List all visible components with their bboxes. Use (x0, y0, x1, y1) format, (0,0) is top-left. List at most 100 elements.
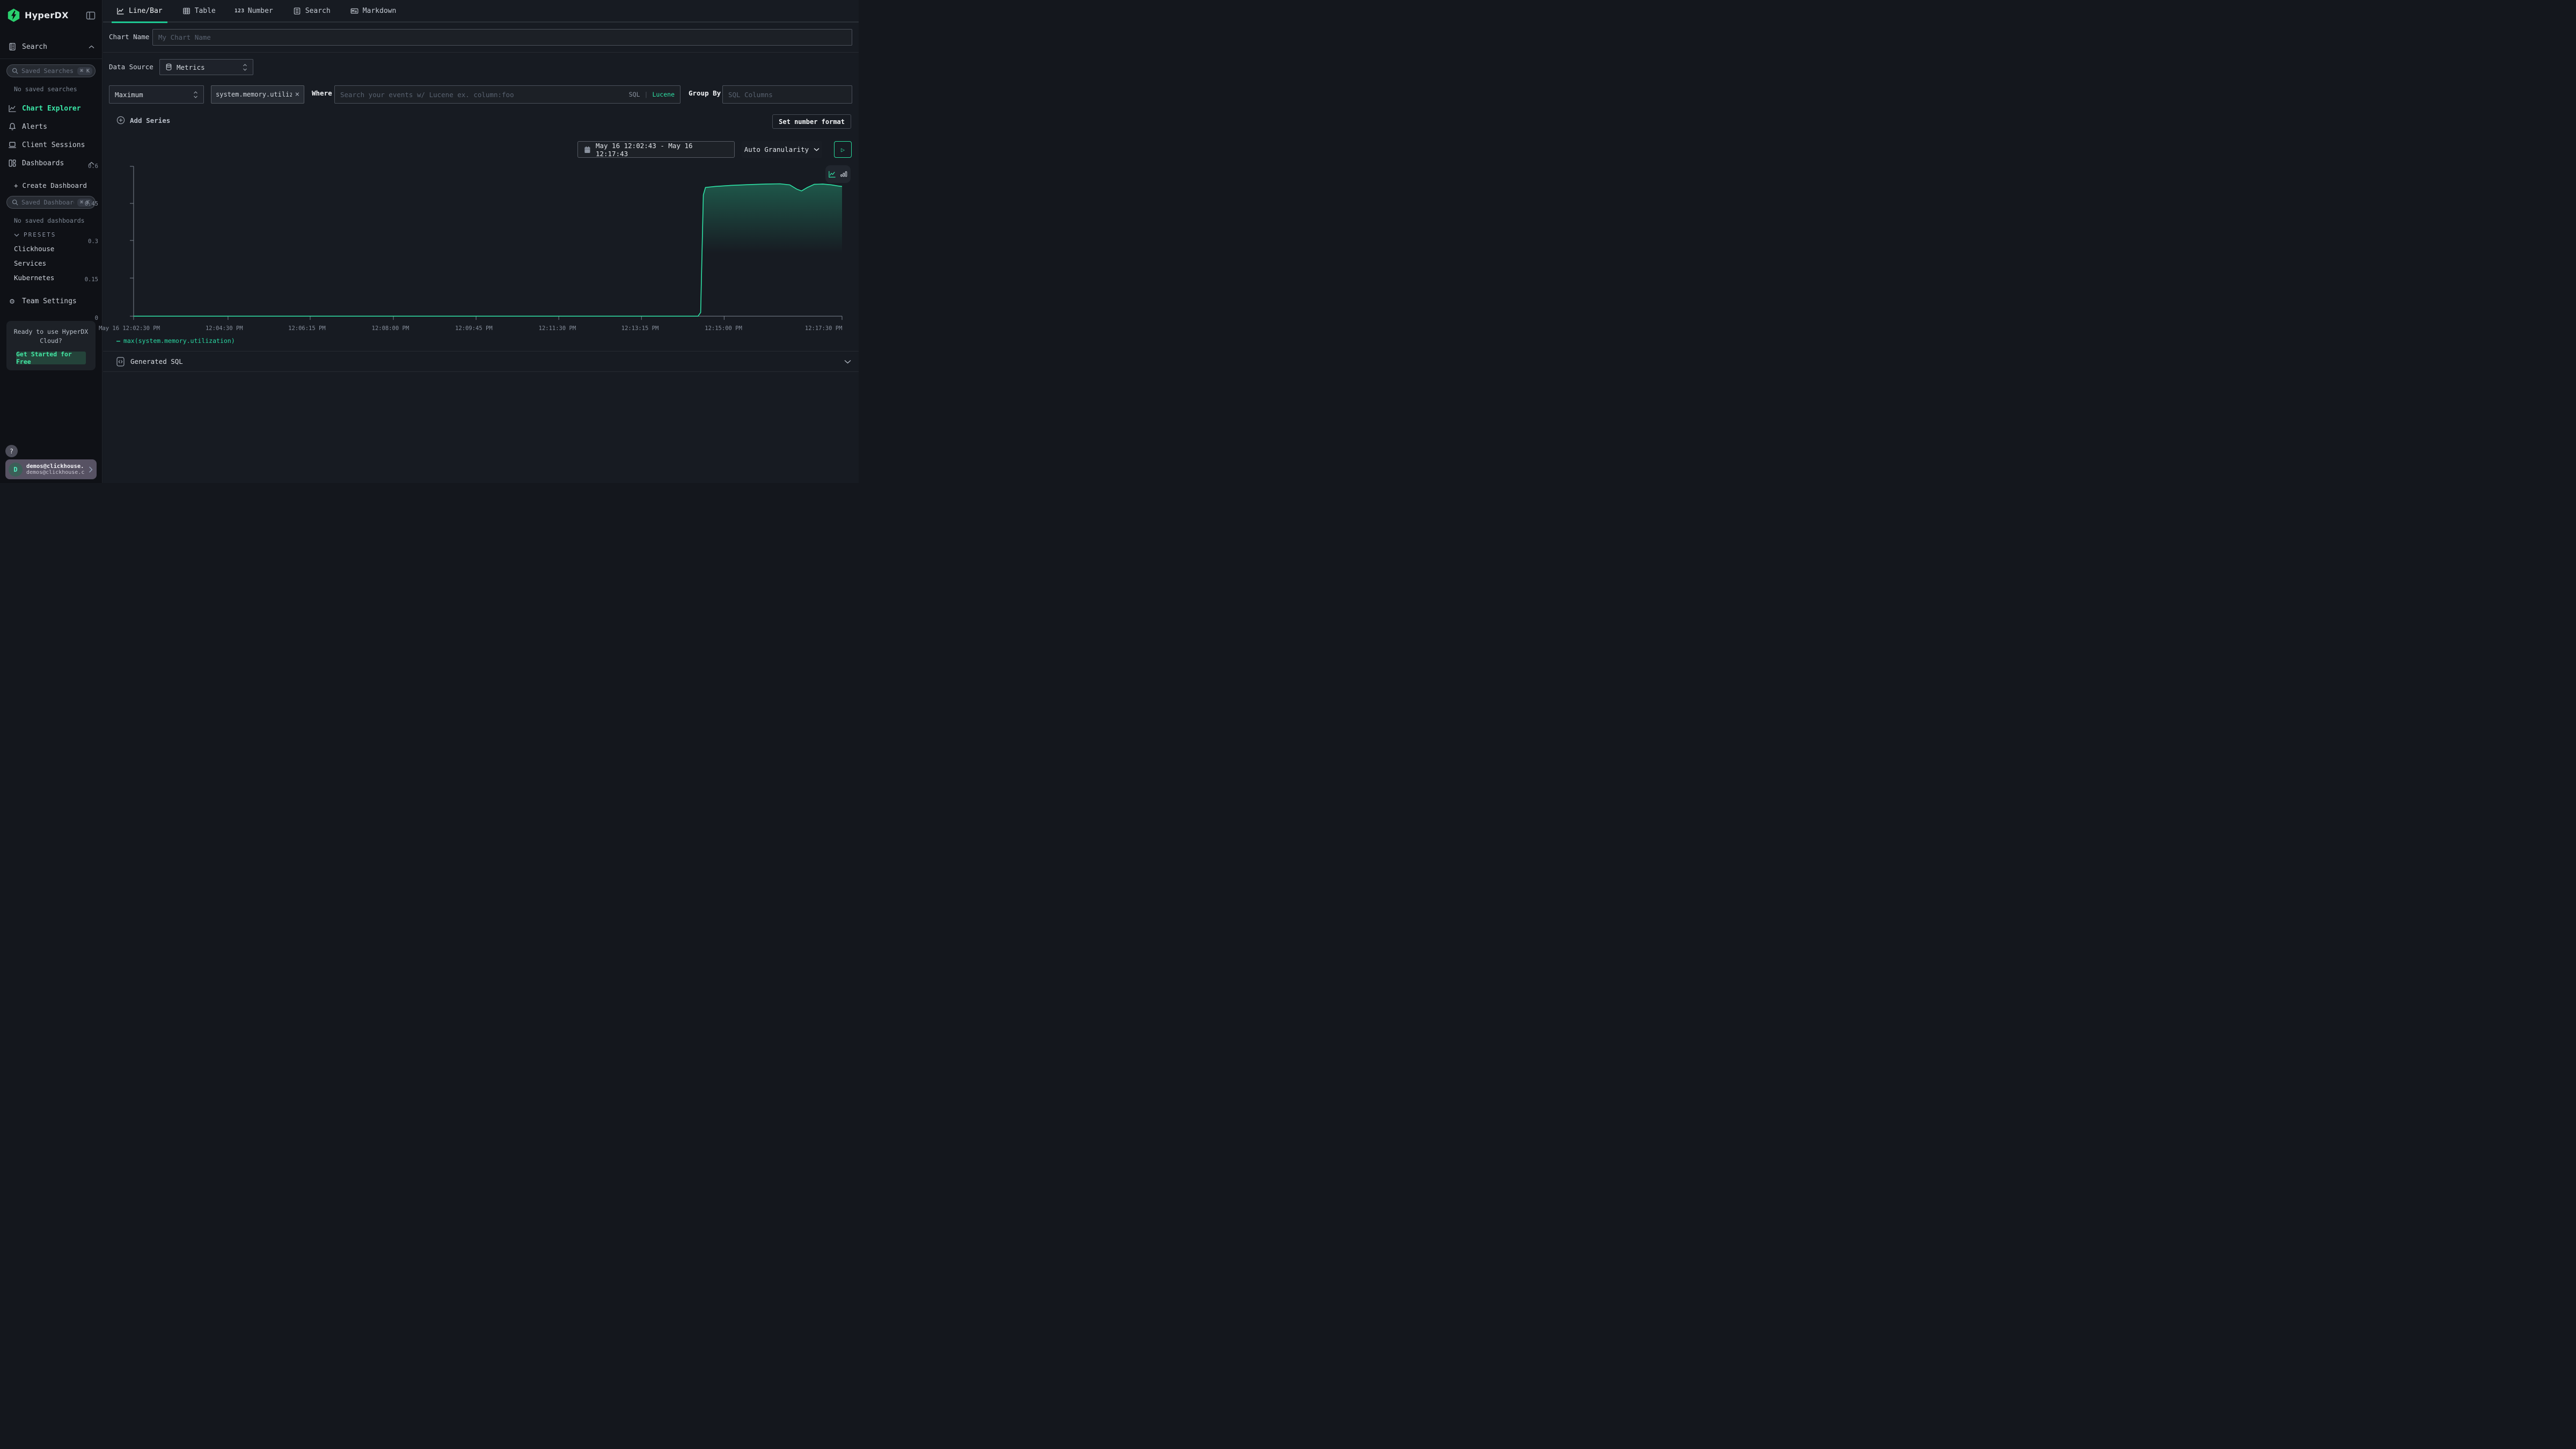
add-series-button[interactable]: Add Series (116, 116, 170, 125)
chart-name-input[interactable] (158, 33, 846, 41)
sidebar-item-label: Search (22, 43, 47, 51)
hyperdx-logo-icon (6, 8, 21, 23)
tab-label: Number (248, 7, 273, 15)
lucene-toggle[interactable]: Lucene (652, 91, 675, 98)
tab-label: Table (195, 7, 216, 15)
group-by-field[interactable] (722, 85, 852, 104)
cloud-promo-text: Ready to use HyperDX Cloud? (11, 327, 91, 346)
magnifier-icon (12, 199, 18, 206)
number-123-icon: 123 (236, 7, 244, 15)
data-source-value: Metrics (177, 63, 205, 71)
saved-searches-input[interactable]: Saved Searches ⌘ K (6, 64, 96, 77)
select-chevrons-icon (243, 64, 247, 71)
saved-dashboards-placeholder: Saved Dashboards (21, 199, 74, 206)
sidebar-item-search[interactable]: Search (0, 39, 102, 55)
tab-markdown[interactable]: Markdown (350, 0, 397, 22)
sidebar-item-label: Client Sessions (22, 141, 85, 149)
search-results-icon (293, 7, 301, 15)
chart-name-field[interactable] (152, 29, 852, 46)
run-query-button[interactable]: ▷ (834, 141, 852, 158)
x-tick-label: 12:13:15 PM (621, 325, 659, 332)
dashboards-icon (8, 159, 17, 168)
x-axis-ticks: May 16 12:02:30 PM12:04:30 PM12:06:15 PM… (129, 325, 843, 333)
user-menu[interactable]: D demos@clickhouse.com demos@clickhouse.… (5, 459, 97, 479)
get-started-button[interactable]: Get Started for Free (16, 352, 86, 364)
chevron-right-icon (88, 466, 93, 473)
section-divider (103, 371, 859, 372)
metric-field-chip[interactable]: system.memory.utiliza × (211, 85, 304, 104)
app-title: HyperDX (25, 10, 69, 20)
sidebar-divider (0, 58, 102, 59)
generated-sql-label: Generated SQL (130, 357, 183, 365)
x-tickmarks (134, 316, 842, 320)
y-tick-label: 0.15 (85, 276, 98, 283)
help-button[interactable]: ? (5, 445, 18, 457)
x-tick-label: 12:15:00 PM (705, 325, 742, 332)
logo-row: HyperDX (0, 0, 102, 23)
aggregation-select[interactable]: Maximum (109, 85, 204, 104)
gear-icon: ⚙ (8, 297, 17, 306)
chevron-up-icon (89, 45, 94, 49)
x-tick-label: 12:09:45 PM (455, 325, 493, 332)
database-icon (165, 63, 172, 71)
search-section-icon (8, 42, 17, 52)
main-content: Line/Bar Table 123 Number Search (103, 0, 859, 483)
tab-label: Search (305, 7, 331, 15)
where-search-input[interactable] (340, 91, 625, 99)
table-icon (182, 7, 191, 15)
date-range-picker[interactable]: May 16 12:02:43 - May 16 12:17:43 (577, 141, 735, 158)
granularity-select[interactable]: Auto Granularity (742, 141, 822, 158)
remove-field-icon[interactable]: × (295, 90, 299, 99)
line-chart-icon (116, 7, 125, 15)
chart-plot-area[interactable] (129, 163, 843, 322)
saved-searches-placeholder: Saved Searches (21, 67, 74, 75)
add-series-label: Add Series (130, 116, 170, 125)
avatar: D (9, 463, 23, 477)
user-info: demos@clickhouse.com demos@clickhouse.co… (26, 463, 84, 475)
granularity-value: Auto Granularity (744, 145, 809, 153)
user-org: demos@clickhouse.com's (26, 470, 84, 475)
sidebar-collapse-icon[interactable] (86, 11, 96, 20)
calendar-icon (584, 146, 591, 153)
series-area-fill (698, 184, 842, 316)
chart-canvas (129, 163, 843, 322)
user-email: demos@clickhouse.com (26, 463, 84, 470)
line-chart-icon (8, 104, 17, 113)
sidebar-item-client-sessions[interactable]: Client Sessions (0, 137, 102, 153)
aggregation-value: Maximum (115, 91, 143, 99)
x-tick-label: 12:06:15 PM (288, 325, 326, 332)
no-saved-searches-note: No saved searches (0, 85, 102, 93)
legend-label: max(system.memory.utilization) (123, 337, 235, 345)
tab-line-bar[interactable]: Line/Bar (116, 0, 163, 22)
x-tick-label: 12:17:30 PM (805, 325, 843, 332)
tab-number[interactable]: 123 Number (236, 0, 273, 22)
group-by-input[interactable] (728, 91, 846, 99)
chevron-down-icon (844, 360, 851, 364)
sidebar-item-alerts[interactable]: Alerts (0, 119, 102, 135)
x-tick-label: 12:08:00 PM (372, 325, 409, 332)
where-label: Where (312, 89, 332, 97)
where-field[interactable]: SQL | Lucene (334, 85, 680, 104)
sidebar-item-label: Chart Explorer (22, 105, 81, 113)
chevron-down-icon (814, 148, 819, 151)
query-language-toggle: SQL | Lucene (629, 91, 675, 98)
bell-icon (8, 122, 17, 131)
y-tick-label: 0 (95, 315, 98, 321)
sidebar-item-chart-explorer[interactable]: Chart Explorer (0, 100, 102, 116)
tab-search[interactable]: Search (293, 0, 331, 22)
presets-header: PRESETS (24, 231, 56, 238)
set-number-format-button[interactable]: Set number format (772, 114, 851, 129)
chart-type-tabs: Line/Bar Table 123 Number Search (103, 0, 859, 23)
metric-field-value: system.memory.utiliza (216, 91, 292, 98)
tab-label: Markdown (363, 7, 397, 15)
tab-table[interactable]: Table (182, 0, 216, 22)
data-source-select[interactable]: Metrics (159, 59, 253, 75)
select-chevrons-icon (193, 91, 198, 98)
laptop-icon (8, 141, 17, 150)
chart-legend[interactable]: — max(system.memory.utilization) (116, 337, 235, 345)
toggle-divider: | (645, 91, 648, 98)
y-axis-ticks: 0.60.450.30.150 (77, 163, 98, 322)
x-tick-label: May 16 12:02:30 PM (99, 325, 160, 332)
sql-toggle[interactable]: SQL (629, 91, 640, 98)
generated-sql-toggle[interactable]: Generated SQL (103, 352, 859, 371)
